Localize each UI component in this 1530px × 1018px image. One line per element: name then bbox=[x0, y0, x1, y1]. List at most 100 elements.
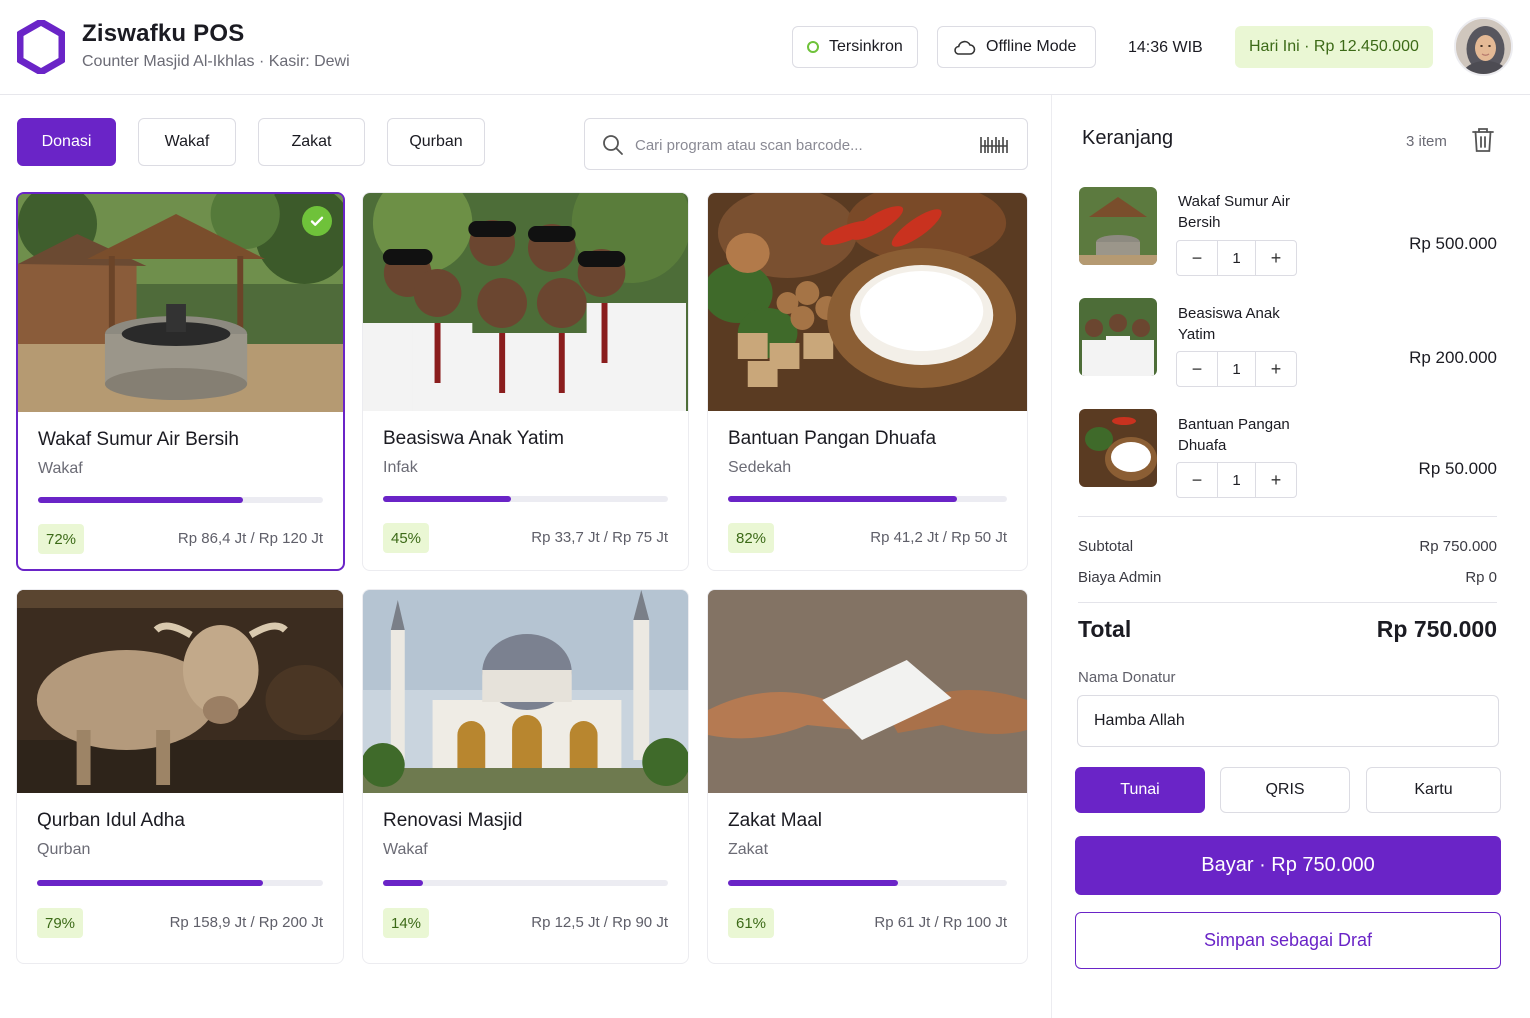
tab-donasi[interactable]: Donasi bbox=[17, 118, 116, 166]
app-header: Ziswafku POS Counter Masjid Al-Ikhlas · … bbox=[0, 0, 1530, 95]
program-amount: Rp 61 Jt / Rp 100 Jt bbox=[874, 914, 1007, 931]
progress-bar bbox=[728, 880, 1007, 886]
cart-item-name: Bantuan Pangan Dhuafa bbox=[1178, 416, 1290, 454]
search-icon bbox=[603, 135, 623, 155]
pay-button[interactable]: Bayar · Rp 750.000 bbox=[1075, 836, 1501, 895]
progress-bar bbox=[38, 497, 323, 503]
progress-fill bbox=[37, 880, 263, 886]
program-title: Wakaf Sumur Air Bersih bbox=[38, 429, 239, 450]
app-subtitle: Counter Masjid Al-Ikhlas · Kasir: Dewi bbox=[82, 53, 350, 70]
program-amount: Rp 33,7 Jt / Rp 75 Jt bbox=[531, 529, 668, 546]
payment-method-tunai[interactable]: Tunai bbox=[1075, 767, 1205, 813]
program-category: Wakaf bbox=[383, 841, 428, 858]
cart-item-name: Wakaf Sumur Air Bersih bbox=[1178, 193, 1290, 231]
progress-fill bbox=[383, 880, 423, 886]
program-title: Bantuan Pangan Dhuafa bbox=[728, 428, 937, 449]
sync-status-label: Tersinkron bbox=[829, 38, 903, 55]
progress-percent-badge: 72% bbox=[38, 524, 85, 554]
search-input[interactable] bbox=[635, 133, 965, 157]
program-image-hands bbox=[708, 590, 1027, 793]
offline-mode-label: Offline Mode bbox=[986, 38, 1077, 55]
program-title: Zakat Maal bbox=[728, 810, 822, 831]
program-category: Qurban bbox=[37, 841, 91, 858]
divider bbox=[1078, 602, 1497, 603]
program-amount: Rp 86,4 Jt / Rp 120 Jt bbox=[177, 530, 323, 547]
cart-item-price: Rp 50.000 bbox=[1418, 459, 1497, 478]
decrease-button[interactable]: − bbox=[1177, 352, 1217, 386]
save-draft-button[interactable]: Simpan sebagai Draf bbox=[1075, 912, 1501, 969]
program-title: Qurban Idul Adha bbox=[37, 810, 185, 831]
increase-button[interactable]: + bbox=[1256, 463, 1296, 497]
selected-check-icon bbox=[302, 206, 332, 236]
barcode-scan-icon[interactable] bbox=[980, 134, 1008, 156]
decrease-button[interactable]: − bbox=[1177, 241, 1217, 275]
subtotal-label: Subtotal bbox=[1078, 538, 1134, 555]
program-image-food bbox=[708, 193, 1027, 411]
progress-percent-badge: 14% bbox=[383, 908, 430, 938]
program-card-beasiswa[interactable]: Beasiswa Anak Yatim Infak 45% Rp 33,7 Jt… bbox=[362, 192, 689, 571]
quantity-stepper: − 1 + bbox=[1176, 240, 1297, 276]
program-card-renovasi[interactable]: Renovasi Masjid Wakaf 14% Rp 12,5 Jt / R… bbox=[362, 589, 689, 964]
payment-method-kartu[interactable]: Kartu bbox=[1366, 767, 1501, 813]
progress-bar bbox=[728, 496, 1007, 502]
increase-button[interactable]: + bbox=[1256, 241, 1296, 275]
divider bbox=[1078, 516, 1497, 517]
progress-percent-badge: 82% bbox=[728, 523, 775, 553]
quantity-stepper: − 1 + bbox=[1176, 462, 1297, 498]
program-image-well bbox=[18, 194, 343, 412]
offline-mode-button[interactable]: Offline Mode bbox=[937, 26, 1096, 68]
progress-percent-badge: 61% bbox=[728, 908, 775, 938]
cart-item-thumbnail bbox=[1079, 187, 1157, 265]
progress-percent-badge: 45% bbox=[383, 523, 430, 553]
cloud-icon bbox=[954, 40, 976, 55]
program-card-pangan[interactable]: Bantuan Pangan Dhuafa Sedekah 82% Rp 41,… bbox=[707, 192, 1028, 571]
progress-fill bbox=[38, 497, 244, 503]
program-category: Sedekah bbox=[728, 459, 792, 476]
sidebar-divider bbox=[1051, 95, 1052, 1018]
program-card-qurban[interactable]: Qurban Idul Adha Qurban 79% Rp 158,9 Jt … bbox=[16, 589, 344, 964]
program-image-mosque bbox=[363, 590, 688, 793]
donor-name-input[interactable] bbox=[1077, 695, 1499, 747]
program-image-cow bbox=[17, 590, 343, 793]
progress-percent-badge: 79% bbox=[37, 908, 84, 938]
clock-time: 14:36 WIB bbox=[1128, 39, 1203, 56]
program-category: Wakaf bbox=[38, 460, 83, 477]
progress-bar bbox=[383, 880, 668, 886]
program-title: Beasiswa Anak Yatim bbox=[383, 428, 564, 449]
sync-status-button[interactable]: Tersinkron bbox=[792, 26, 918, 68]
payment-method-qris[interactable]: QRIS bbox=[1220, 767, 1350, 813]
program-title: Renovasi Masjid bbox=[383, 810, 523, 831]
program-card-wakaf-sumur[interactable]: Wakaf Sumur Air Bersih Wakaf 72% Rp 86,4… bbox=[16, 192, 345, 571]
program-card-zakat-maal[interactable]: Zakat Maal Zakat 61% Rp 61 Jt / Rp 100 J… bbox=[707, 589, 1028, 964]
program-amount: Rp 158,9 Jt / Rp 200 Jt bbox=[169, 914, 323, 931]
trash-icon[interactable] bbox=[1471, 126, 1495, 154]
donor-name-label: Nama Donatur bbox=[1078, 669, 1176, 686]
progress-bar bbox=[383, 496, 668, 502]
tab-wakaf[interactable]: Wakaf bbox=[138, 118, 236, 166]
progress-bar bbox=[37, 880, 323, 886]
tab-zakat[interactable]: Zakat bbox=[258, 118, 365, 166]
cart-item-price: Rp 200.000 bbox=[1409, 348, 1497, 367]
progress-fill bbox=[383, 496, 512, 502]
tab-qurban[interactable]: Qurban bbox=[387, 118, 485, 166]
cart-item-name: Beasiswa Anak Yatim bbox=[1178, 305, 1280, 343]
total-value: Rp 750.000 bbox=[1376, 616, 1497, 642]
progress-fill bbox=[728, 880, 899, 886]
progress-fill bbox=[728, 496, 957, 502]
quantity-value: 1 bbox=[1217, 241, 1256, 275]
sync-status-icon bbox=[807, 41, 819, 53]
cashier-avatar[interactable] bbox=[1454, 17, 1513, 76]
increase-button[interactable]: + bbox=[1256, 352, 1296, 386]
cart-item-thumbnail bbox=[1079, 298, 1157, 376]
quantity-value: 1 bbox=[1217, 352, 1256, 386]
cart-item-count: 3 item bbox=[1406, 133, 1447, 150]
decrease-button[interactable]: − bbox=[1177, 463, 1217, 497]
app-logo-icon bbox=[17, 20, 65, 74]
cart-item-thumbnail bbox=[1079, 409, 1157, 487]
cart-item-price: Rp 500.000 bbox=[1409, 234, 1497, 253]
program-image-students bbox=[363, 193, 688, 411]
app-title: Ziswafku POS bbox=[82, 20, 245, 47]
total-label: Total bbox=[1078, 616, 1132, 642]
avatar-image bbox=[1456, 19, 1511, 74]
program-amount: Rp 41,2 Jt / Rp 50 Jt bbox=[870, 529, 1007, 546]
